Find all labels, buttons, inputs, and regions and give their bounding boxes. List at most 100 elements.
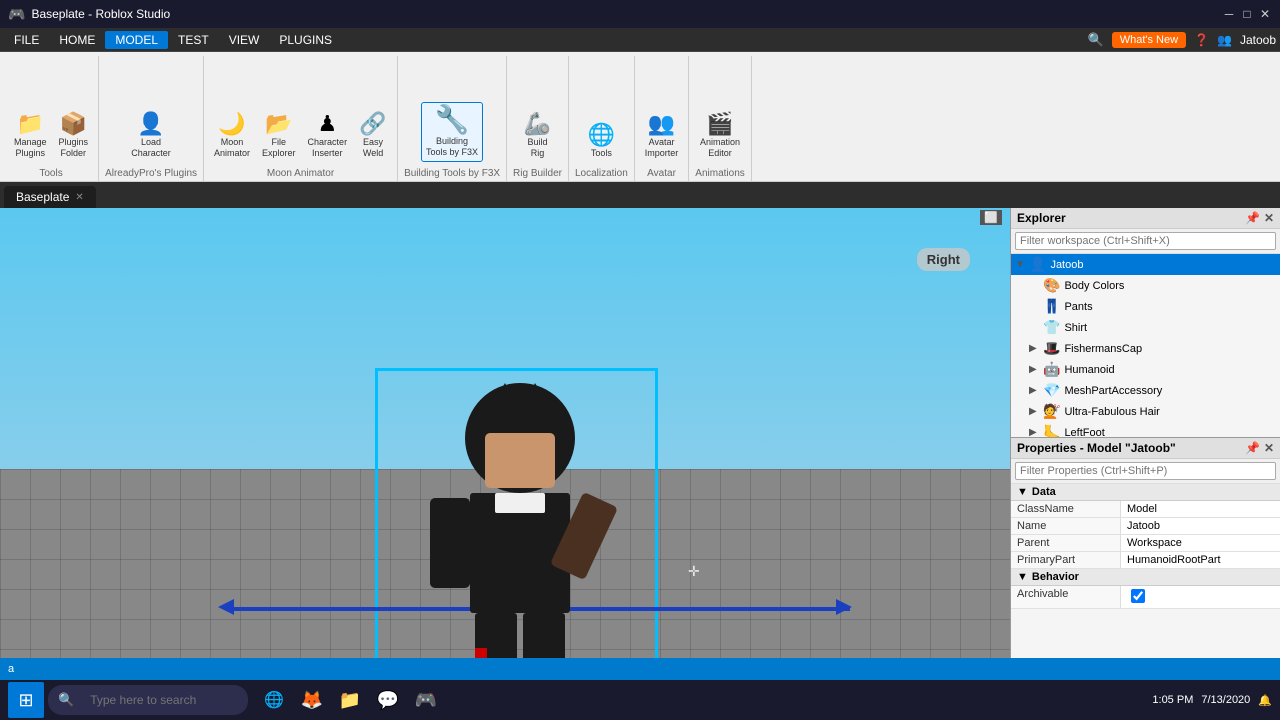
leftfoot-icon: 🦶 [1043,424,1060,437]
behavior-section[interactable]: ▼ Behavior [1011,569,1280,586]
status-input[interactable] [8,663,150,675]
expand-fishermanscap-icon[interactable]: ▶ [1029,343,1043,354]
manage-plugins-button[interactable]: 📁 ManagePlugins [10,110,51,162]
properties-pin-icon[interactable]: 📌 [1245,441,1260,455]
toolbar-group-animations: 🎬 AnimationEditor Animations [689,56,751,181]
tree-item-ultra-fabulous-hair[interactable]: ▶ 💇 Ultra-Fabulous Hair [1011,401,1280,422]
taskbar-roblox-icon[interactable]: 🎮 [408,682,444,718]
tree-item-body-colors[interactable]: 🎨 Body Colors [1011,275,1280,296]
file-explorer-button[interactable]: 📂 FileExplorer [258,110,300,162]
menu-home[interactable]: HOME [49,31,105,49]
expand-jatoob-icon[interactable]: ▼ [1015,259,1029,270]
start-button[interactable]: ⊞ [8,682,44,718]
tree-item-meshpartaccessory[interactable]: ▶ 💎 MeshPartAccessory [1011,380,1280,401]
toolbar-group-moon: 🌙 MoonAnimator 📂 FileExplorer ♟ Characte… [204,56,398,181]
tree-item-fishermanscap[interactable]: ▶ 🎩 FishermansCap [1011,338,1280,359]
tree-item-jatoob[interactable]: ▼ 👤 Jatoob [1011,254,1280,275]
toolbar-group-tools: 📁 ManagePlugins 📦 PluginsFolder Tools [4,56,99,181]
viewport-maximize-icon[interactable]: ⬜ [980,210,1002,225]
whats-new-button[interactable]: What's New [1112,32,1186,48]
prop-primarypart: PrimaryPart HumanoidRootPart [1011,552,1280,569]
parent-value: Workspace [1121,535,1280,551]
explorer-pin-icon[interactable]: 📌 [1245,211,1260,225]
menu-file[interactable]: FILE [4,31,49,49]
hair-icon: 💇 [1043,403,1060,420]
explorer-tree: ▼ 👤 Jatoob 🎨 Body Colors 👖 Pants [1011,254,1280,437]
animation-editor-button[interactable]: 🎬 AnimationEditor [696,110,744,162]
manage-plugins-icon: 📁 [17,113,44,135]
avatar-importer-icon: 👥 [648,113,675,135]
alreadypro-group-label: AlreadyPro's Plugins [105,166,197,181]
primarypart-value[interactable]: HumanoidRootPart [1121,552,1280,568]
prop-archivable: Archivable [1011,586,1280,609]
expand-hair-icon[interactable]: ▶ [1029,406,1043,417]
animation-editor-icon: 🎬 [706,113,733,135]
taskbar-explorer-icon[interactable]: 📁 [332,682,368,718]
tools-button[interactable]: 🌐 Tools [583,121,619,162]
leftfoot-label: LeftFoot [1064,427,1104,438]
taskbar-date: 7/13/2020 [1201,694,1250,706]
build-rig-button[interactable]: 🦾 BuildRig [520,110,556,162]
expand-humanoid-icon[interactable]: ▶ [1029,364,1043,375]
tree-item-leftfoot[interactable]: ▶ 🦶 LeftFoot [1011,422,1280,437]
close-button[interactable]: ✕ [1258,7,1272,21]
archivable-checkbox[interactable] [1131,589,1145,603]
archivable-value[interactable] [1121,586,1280,608]
share-icon[interactable]: 👥 [1217,33,1232,47]
menu-plugins[interactable]: PLUGINS [269,31,342,49]
taskbar-notification-icon[interactable]: 🔔 [1258,694,1272,707]
jatoob-label: Jatoob [1050,259,1083,271]
fishermanscap-icon: 🎩 [1043,340,1060,357]
name-value[interactable]: Jatoob [1121,518,1280,534]
title-bar: 🎮 Baseplate - Roblox Studio ─ □ ✕ [0,0,1280,28]
maximize-button[interactable]: □ [1240,7,1254,21]
properties-filter-input[interactable] [1015,462,1276,480]
meshpartaccessory-icon: 💎 [1043,382,1060,399]
menu-test[interactable]: TEST [168,31,219,49]
tree-item-humanoid[interactable]: ▶ 🤖 Humanoid [1011,359,1280,380]
archivable-label: Archivable [1011,586,1121,608]
avatar-importer-button[interactable]: 👥 AvatarImporter [641,110,683,162]
menu-view[interactable]: VIEW [219,31,270,49]
explorer-close-icon[interactable]: ✕ [1264,211,1274,225]
menu-model[interactable]: MODEL [105,31,168,49]
localization-group-label: Localization [575,166,628,181]
data-section-expand-icon: ▼ [1017,486,1028,498]
properties-panel: Properties - Model "Jatoob" 📌 ✕ ▼ Data C… [1011,438,1280,658]
tab-baseplate[interactable]: Baseplate ✕ [4,186,96,208]
character-inserter-button[interactable]: ♟ CharacterInserter [304,110,352,162]
plugins-folder-button[interactable]: 📦 PluginsFolder [55,110,93,162]
build-rig-icon: 🦾 [524,113,551,135]
window-controls: ─ □ ✕ [1222,7,1272,21]
taskbar-cortana-icon[interactable]: 🌐 [256,682,292,718]
taskbar-firefox-icon[interactable]: 🦊 [294,682,330,718]
prop-name: Name Jatoob [1011,518,1280,535]
tab-close-button[interactable]: ✕ [75,192,83,203]
properties-close-icon[interactable]: ✕ [1264,441,1274,455]
explorer-filter-input[interactable] [1015,232,1276,250]
easy-weld-button[interactable]: 🔗 EasyWeld [355,110,391,162]
moon-animator-button[interactable]: 🌙 MoonAnimator [210,110,254,162]
tree-item-pants[interactable]: 👖 Pants [1011,296,1280,317]
meshpartaccessory-label: MeshPartAccessory [1064,385,1162,397]
viewport[interactable]: Right ✛ ⬜ [0,208,1010,658]
expand-leftfoot-icon[interactable]: ▶ [1029,427,1043,437]
taskbar-search-bar[interactable]: 🔍 [48,685,248,715]
load-character-button[interactable]: 👤 LoadCharacter [127,110,175,162]
building-tools-button[interactable]: 🔧 BuildingTools by F3X [421,102,483,162]
tree-item-shirt[interactable]: 👕 Shirt [1011,317,1280,338]
help-icon[interactable]: ❓ [1194,33,1209,47]
data-section[interactable]: ▼ Data [1011,484,1280,501]
taskbar-discord-icon[interactable]: 💬 [370,682,406,718]
minimize-button[interactable]: ─ [1222,7,1236,21]
window-title: Baseplate - Roblox Studio [31,7,170,21]
selection-line-left [375,368,378,658]
tab-baseplate-label: Baseplate [16,190,69,204]
tools-group-label: Tools [10,166,92,181]
expand-meshpart-icon[interactable]: ▶ [1029,385,1043,396]
toolbar-group-avatar: 👥 AvatarImporter Avatar [635,56,690,181]
search-icon: 🔍 [1088,32,1104,48]
toolbar: 📁 ManagePlugins 📦 PluginsFolder Tools 👤 … [0,52,1280,182]
taskbar-search-input[interactable] [80,685,240,715]
shirt-label: Shirt [1064,322,1087,334]
